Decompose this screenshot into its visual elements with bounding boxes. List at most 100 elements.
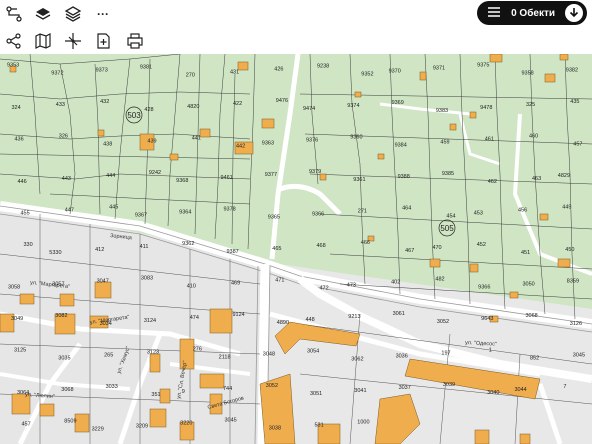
- parcel-label: 457: [573, 142, 582, 148]
- parcel-label: 444: [106, 173, 115, 179]
- route-icon[interactable]: [3, 3, 25, 25]
- parcel-label: 3034: [100, 321, 112, 327]
- parcel-label: 3229: [92, 426, 104, 432]
- parcel-label: 9478: [480, 105, 492, 111]
- parcel-label: 3125: [14, 347, 26, 353]
- parcel-label: 9353: [7, 63, 19, 69]
- parcel-label: 482: [435, 277, 444, 283]
- cadastral-map[interactable]: 503 505 Зорница ул. "Маргарета" ул. "Мар…: [0, 54, 592, 444]
- parcel-label: 3050: [522, 282, 534, 288]
- parcel-label: 473: [347, 283, 356, 289]
- parcel-label: 453: [474, 211, 483, 217]
- parcel-label: 9643: [481, 316, 493, 322]
- parcel-label: 3068: [61, 387, 73, 393]
- parcel-label: 1: [489, 347, 492, 353]
- parcel-label: 460: [529, 134, 538, 140]
- parcel-label: 325: [526, 102, 535, 108]
- print-icon[interactable]: [124, 30, 146, 52]
- objects-count-label: 0 Обекти: [511, 7, 555, 19]
- parcel-label: 3041: [354, 388, 366, 394]
- parcel-label: 459: [440, 140, 449, 146]
- parcel-label: 410: [187, 284, 196, 290]
- parcel-label: 454: [446, 214, 455, 220]
- circled-label-503: 503: [127, 111, 141, 120]
- parcel-label: 3064: [17, 390, 29, 396]
- parcel-label: 9372: [51, 71, 63, 77]
- share-icon[interactable]: [3, 30, 25, 52]
- add-note-icon[interactable]: [92, 30, 114, 52]
- parcel-label: 330: [24, 242, 33, 248]
- parcel-label: 432: [100, 99, 109, 105]
- parcel-label: 462: [488, 179, 497, 185]
- parcel-label: 3040: [487, 390, 499, 396]
- parcel-label: 9382: [566, 68, 578, 74]
- parcel-label: 3049: [11, 316, 23, 322]
- parcel-label: 744: [223, 386, 232, 392]
- parcel-label: 3045: [224, 417, 236, 423]
- parcel-label: 446: [18, 179, 27, 185]
- map-toolbar: ··· 0 Обекти: [0, 0, 592, 54]
- parcel-label: 466: [361, 240, 370, 246]
- parcel-label: 468: [317, 243, 326, 249]
- parcel-label: 450: [565, 247, 574, 253]
- layers-icon[interactable]: [32, 3, 54, 25]
- parcel-label: 270: [186, 73, 195, 79]
- parcel-label: 9367: [135, 213, 147, 219]
- parcel-label: 9383: [436, 108, 448, 114]
- parcel-label: 431: [230, 70, 239, 76]
- parcel-label: 3057: [52, 282, 64, 288]
- circled-label-505: 505: [440, 224, 454, 233]
- parcel-label: 8359: [567, 279, 579, 285]
- parcel-label: 9377: [265, 172, 277, 178]
- parcel-label: 9376: [306, 138, 318, 144]
- parcel-label: 3052: [266, 383, 278, 389]
- parcel-label: 9388: [398, 174, 410, 180]
- parcel-label: 9375: [477, 63, 489, 69]
- parcel-label: 326: [59, 134, 68, 140]
- parcel-label: 9476: [276, 98, 288, 104]
- parcel-label: 9474: [303, 106, 315, 112]
- parcel-label: 457: [22, 421, 31, 427]
- hamburger-icon: [487, 6, 501, 21]
- parcel-label: 428: [144, 107, 153, 113]
- parcel-label: 9213: [348, 314, 360, 320]
- parcel-label: 452: [477, 242, 486, 248]
- parcel-label: 461: [485, 137, 494, 143]
- parcel-label: 3062: [351, 356, 363, 362]
- parcel-label: 351: [151, 392, 160, 398]
- parcel-label: 9362: [182, 241, 194, 247]
- parcel-label: 9: [182, 389, 185, 395]
- map-icon[interactable]: [32, 30, 54, 52]
- parcel-label: 474: [190, 315, 199, 321]
- more-icon[interactable]: ···: [92, 3, 114, 25]
- parcel-label: 9378: [223, 207, 235, 213]
- parcel-label: 3061: [393, 311, 405, 317]
- parcel-label: 3054: [307, 348, 319, 354]
- measure-icon[interactable]: [62, 30, 84, 52]
- parcel-label: 531: [315, 422, 324, 428]
- parcel-label: 3124: [144, 318, 156, 324]
- parcel-label: 271: [358, 209, 367, 215]
- parcel-label: 9370: [389, 69, 401, 75]
- parcel-label: 9369: [392, 100, 404, 106]
- parcel-label: 197: [441, 350, 450, 356]
- parcel-label: 9364: [179, 210, 191, 216]
- parcel-label: 1000: [357, 419, 369, 425]
- parcel-label: 433: [56, 102, 65, 108]
- parcel-label: 9363: [262, 141, 274, 147]
- download-icon[interactable]: [565, 4, 583, 22]
- objects-button[interactable]: 0 Обекти: [477, 1, 587, 25]
- parcel-label: 455: [21, 211, 30, 217]
- parcel-label: 435: [570, 99, 579, 105]
- parcel-label: 265: [104, 352, 113, 358]
- parcel-label: 9242: [149, 170, 161, 176]
- parcel-label: 3051: [310, 391, 322, 397]
- parcel-label: 426: [274, 67, 283, 73]
- parcel-label: 4890: [277, 320, 289, 326]
- parcel-label: 5330: [49, 250, 61, 256]
- parcel-label: 3039: [443, 382, 455, 388]
- layers-stack-icon[interactable]: [62, 3, 84, 25]
- parcel-label: 9368: [176, 178, 188, 184]
- parcel-label: 3048: [263, 351, 275, 357]
- parcel-label: 438: [103, 142, 112, 148]
